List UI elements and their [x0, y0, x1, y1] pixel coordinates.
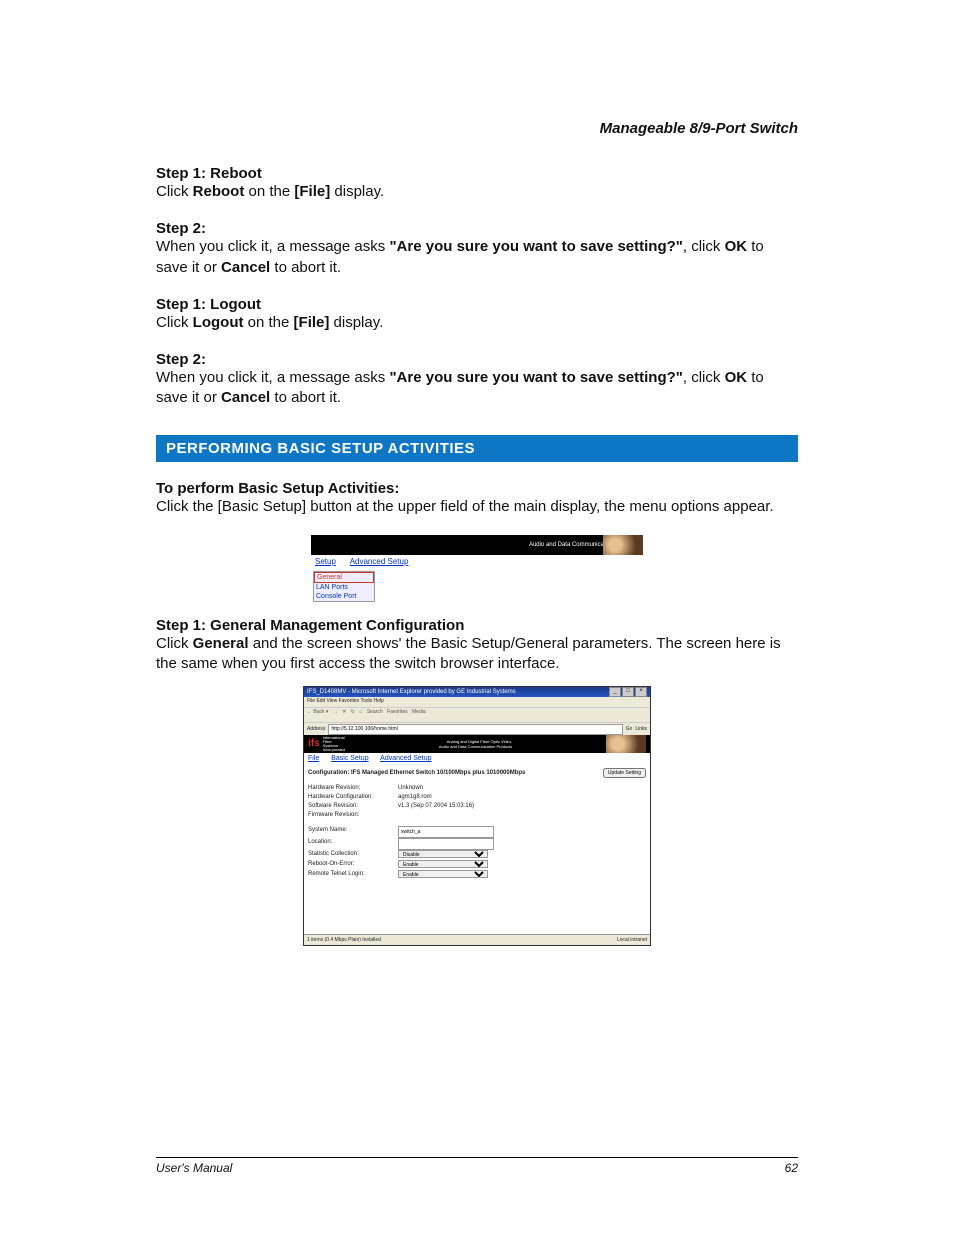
- links-label[interactable]: Links: [635, 726, 647, 732]
- section-heading-bar: PERFORMING BASIC SETUP ACTIVITIES: [156, 435, 798, 462]
- status-left: 1 items (0.4 Mbps Plain) Installed: [307, 937, 381, 943]
- shot2-titlebar: IFS_D1408MV - Microsoft Internet Explore…: [304, 687, 650, 697]
- close-icon[interactable]: ×: [635, 687, 647, 697]
- forward-button[interactable]: →: [333, 709, 338, 715]
- location-input[interactable]: [398, 838, 494, 850]
- shot1-photo-corner: [603, 535, 643, 555]
- hw-cfg-label: Hardware Configuration:: [308, 793, 398, 802]
- shot2-page-banner: ifs International Fiber Systems Incorpor…: [304, 735, 650, 753]
- screenshot-menu-crop: Audio and Data Communication Products Se…: [311, 535, 643, 605]
- roe-select[interactable]: Enable: [398, 860, 488, 868]
- maximize-icon[interactable]: □: [622, 687, 634, 697]
- gmc-heading: Step 1: General Management Configuration: [156, 617, 798, 634]
- step2-logout-heading: Step 2:: [156, 351, 798, 368]
- ifs-logo-sub: International Fiber Systems Incorporated: [323, 736, 345, 752]
- roe-label: Reboot-On-Error:: [308, 860, 398, 870]
- shot1-banner: Audio and Data Communication Products: [311, 535, 643, 555]
- document-title: Manageable 8/9-Port Switch: [156, 120, 798, 137]
- shot1-side-menu: General LAN Ports Console Port: [313, 571, 375, 602]
- shot2-title-text: IFS_D1408MV - Microsoft Internet Explore…: [307, 687, 516, 697]
- footer-left: User's Manual: [156, 1161, 232, 1175]
- shot2-toolbar: ← Back ▾ → ✕ ↻ ⌂ Search Favorites Media: [304, 707, 650, 723]
- go-button[interactable]: Go: [626, 726, 633, 732]
- banner-photo: [606, 735, 646, 753]
- config-text: Configuration: IFS Managed Ethernet Swit…: [308, 770, 525, 776]
- shot2-menubar[interactable]: File Edit View Favorites Tools Help: [304, 697, 650, 707]
- step2-reboot-heading: Step 2:: [156, 220, 798, 237]
- shot2-status-bar: 1 items (0.4 Mbps Plain) Installed Local…: [304, 934, 650, 945]
- step1-logout-heading: Step 1: Logout: [156, 296, 798, 313]
- step1-logout-text: Click Logout on the [File] display.: [156, 313, 798, 333]
- basic-setup-text: Click the [Basic Setup] button at the up…: [156, 497, 798, 517]
- page-footer: User's Manual 62: [156, 1157, 798, 1175]
- footer-page-number: 62: [785, 1161, 798, 1175]
- banner-right-text: Analog and Digital Fiber Optic Video, Au…: [439, 739, 512, 749]
- shot2-page-menu: File Basic Setup Advanced Setup: [304, 753, 650, 764]
- rtl-select[interactable]: Enable: [398, 870, 488, 878]
- step2-reboot-text: When you click it, a message asks "Are y…: [156, 237, 798, 278]
- hw-rev-label: Hardware Revision:: [308, 784, 398, 793]
- basic-setup-heading: To perform Basic Setup Activities:: [156, 480, 798, 497]
- hw-cfg-value: agm1g8.rom: [398, 793, 646, 802]
- refresh-icon[interactable]: ↻: [351, 709, 355, 715]
- gmc-text: Click General and the screen shows' the …: [156, 634, 798, 675]
- shot1-side-general[interactable]: General: [314, 572, 374, 583]
- screenshot-browser-window: IFS_D1408MV - Microsoft Internet Explore…: [303, 686, 651, 946]
- shot1-menu-advanced[interactable]: Advanced Setup: [350, 557, 409, 566]
- rtl-label: Remote Telnet Login:: [308, 870, 398, 880]
- back-button[interactable]: ← Back ▾: [307, 709, 328, 715]
- media-button[interactable]: Media: [412, 709, 426, 715]
- menu-file[interactable]: File: [308, 755, 319, 762]
- address-input[interactable]: [328, 724, 622, 735]
- shot2-config-line: Configuration: IFS Managed Ethernet Swit…: [304, 764, 650, 780]
- sys-name-label: System Name:: [308, 826, 398, 838]
- sw-rev-value: v1.3 (Sep 07 2004 15:03:16): [398, 802, 646, 811]
- shot1-side-console[interactable]: Console Port: [314, 592, 374, 601]
- home-icon[interactable]: ⌂: [359, 709, 362, 715]
- shot2-address-bar: Address Go Links: [304, 723, 650, 735]
- sys-name-input[interactable]: [398, 826, 494, 838]
- update-setting-button[interactable]: Update Setting: [603, 768, 646, 778]
- favorites-button[interactable]: Favorites: [387, 709, 408, 715]
- fw-rev-value: [398, 811, 646, 820]
- sw-rev-label: Software Revision:: [308, 802, 398, 811]
- step2-logout-text: When you click it, a message asks "Are y…: [156, 368, 798, 409]
- stop-icon[interactable]: ✕: [342, 709, 346, 715]
- shot1-menu-row: Setup Advanced Setup: [311, 555, 643, 568]
- shot1-menu-setup[interactable]: Setup: [315, 557, 336, 566]
- ifs-logo: ifs: [308, 740, 320, 748]
- search-button[interactable]: Search: [367, 709, 383, 715]
- menu-basic-setup[interactable]: Basic Setup: [331, 755, 368, 762]
- shot1-side-lan[interactable]: LAN Ports: [314, 583, 374, 592]
- fw-rev-label: Firmware Revision:: [308, 811, 398, 820]
- address-label: Address: [307, 726, 325, 732]
- shot2-form: Hardware Revision:Unknown Hardware Confi…: [304, 780, 650, 884]
- step1-reboot-text: Click Reboot on the [File] display.: [156, 182, 798, 202]
- location-label: Location:: [308, 838, 398, 850]
- step1-reboot-heading: Step 1: Reboot: [156, 165, 798, 182]
- menu-advanced-setup[interactable]: Advanced Setup: [380, 755, 431, 762]
- minimize-icon[interactable]: _: [609, 687, 621, 697]
- status-right: Local intranet: [617, 937, 647, 943]
- stat-select[interactable]: Disable: [398, 850, 488, 858]
- hw-rev-value: Unknown: [398, 784, 646, 793]
- stat-label: Statistic Collection:: [308, 850, 398, 860]
